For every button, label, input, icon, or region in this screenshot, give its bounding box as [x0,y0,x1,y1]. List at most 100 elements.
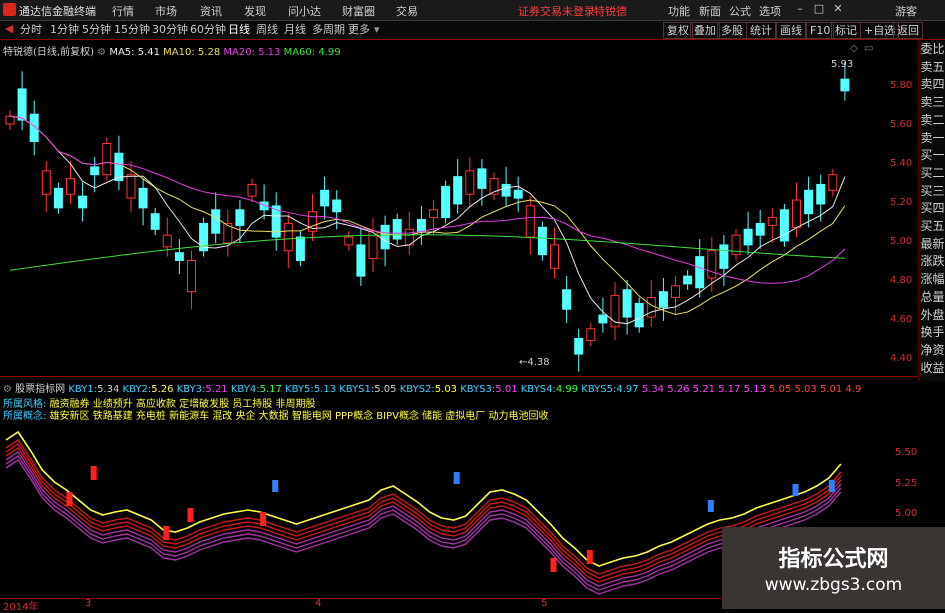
side-strip-item[interactable]: 卖五 [919,60,945,74]
candle-body [525,205,535,238]
signal-block [66,492,73,506]
kby-tail-value: 4.9 [845,384,862,395]
multi-stock-button[interactable]: 多股 [717,22,747,39]
tab-30min[interactable]: 30分钟 [150,23,190,37]
candle-body [816,183,826,205]
close-icon[interactable]: ✕ [831,2,845,16]
side-strip-item[interactable]: 最新 [919,237,945,251]
sub-settings-icon[interactable]: ⚙ [3,384,12,395]
signal-block [260,512,267,526]
side-strip-item[interactable]: 买二 [919,166,945,180]
kby-label: KBYS3: [460,384,496,395]
kby-label: KBYS5: [581,384,617,395]
diamond-icon[interactable]: ◇ [850,43,858,54]
kby-value: 5.01 [495,384,518,395]
menu-function[interactable]: 功能 [668,3,690,19]
side-strip-item[interactable]: 总量 [919,290,945,304]
side-strip-item[interactable]: 换手 [919,326,945,339]
side-strip-item[interactable]: 卖三 [919,96,945,109]
side-strip-item[interactable]: 买一 [919,149,945,162]
kby-value: 5.21 [205,384,228,395]
signal-block [187,508,194,522]
side-strip-item[interactable]: 卖一 [919,131,945,145]
tab-intraday[interactable]: 分时 [18,23,44,37]
more-chevron-icon[interactable]: ▾ [372,23,382,37]
collapse-icon[interactable]: ◀ [2,22,16,36]
tab-daily[interactable]: 日线 [226,23,252,37]
menu-discover[interactable]: 发现 [244,3,266,19]
side-strip-item[interactable]: 买三 [919,184,945,198]
kby-tail-value: 5.05 [769,384,792,395]
side-strip-item[interactable]: 收益 [919,361,945,375]
side-strip-item[interactable]: 净资 [919,343,945,357]
tab-more[interactable]: 更多 [346,23,372,37]
menu-market[interactable]: 市场 [155,3,177,19]
side-strip-item[interactable]: 卖四 [919,78,945,91]
overlay-button[interactable]: 叠加 [690,22,720,39]
x-month-4: 4 [315,598,322,609]
side-strip-item[interactable]: 外盘 [919,308,945,322]
tab-5min[interactable]: 5分钟 [80,23,113,37]
kby-value: 4.99 [555,384,579,395]
candle-body [646,297,656,318]
candle-body [513,189,523,199]
kby-tail-value: 5.17 [718,384,741,395]
candle-body [477,168,487,189]
side-strip-item[interactable]: 卖二 [919,113,945,127]
kby-value: 5.13 [313,384,337,395]
tab-weekly[interactable]: 周线 [254,23,280,37]
tab-multi-period[interactable]: 多周期 [310,23,347,37]
candle-body [187,260,196,293]
tab-1min[interactable]: 1分钟 [48,23,81,37]
signal-block [272,480,279,492]
candle-body [828,174,838,191]
candle-body [537,226,547,256]
high-price-label: 5.93 [831,59,854,70]
mark-button[interactable]: 标记 [831,22,861,39]
adjust-button[interactable]: 复权 [663,22,693,39]
minimize-icon[interactable]: – [793,2,807,16]
tab-monthly[interactable]: 月线 [282,23,308,37]
statistics-button[interactable]: 统计 [746,22,776,39]
candle-body [658,291,668,308]
side-strip-item[interactable]: 涨跌 [919,255,945,268]
menu-ask[interactable]: 问小达 [288,3,321,19]
y-tick-500: 5.00 [890,236,913,247]
menu-trade[interactable]: 交易 [396,3,418,19]
candle-body [695,256,705,289]
menu-news[interactable]: 资讯 [200,3,222,19]
candle-body [719,244,729,269]
kby-tail-value: 5.13 [743,384,766,395]
back-button[interactable]: 返回 [893,22,923,39]
side-strip-item[interactable]: 买四 [919,202,945,215]
side-strip-item[interactable]: 涨幅 [919,273,945,286]
x-year-label: 2014年 [3,602,39,613]
guest-label[interactable]: 游客 [895,3,917,19]
ma5-line [9,115,846,325]
indicator-name[interactable]: 股票指标网 [15,384,65,395]
window-icon[interactable]: ▭ [864,43,873,54]
x-month-5: 5 [541,598,548,609]
tab-60min[interactable]: 60分钟 [188,23,228,37]
restore-icon[interactable]: □ [812,2,826,16]
candle-body [247,183,257,197]
side-strip-item[interactable]: 委比 [919,43,945,56]
kby-label: KBY3: [176,384,206,395]
menu-quotes[interactable]: 行情 [112,3,134,19]
y-tick-540: 5.40 [890,158,913,169]
candlestick-chart[interactable] [0,55,918,375]
side-strip-item[interactable]: 买五 [919,220,945,233]
menu-wealth[interactable]: 财富圈 [342,3,375,19]
kby-label: KBY5: [285,384,314,395]
stock-name: 特锐德 [594,5,627,18]
draw-line-button[interactable]: 画线 [776,22,806,39]
menu-formula[interactable]: 公式 [729,3,751,19]
menu-options[interactable]: 选项 [759,3,781,19]
candle-body [767,217,777,226]
login-warning[interactable]: 证券交易未登录 [518,3,595,19]
candle-body [562,289,572,310]
kby-value: 4.97 [616,384,639,395]
tab-15min[interactable]: 15分钟 [112,23,152,37]
sub-y-tick-525: 5.25 [895,478,918,489]
menu-new-page[interactable]: 新面 [699,3,721,19]
